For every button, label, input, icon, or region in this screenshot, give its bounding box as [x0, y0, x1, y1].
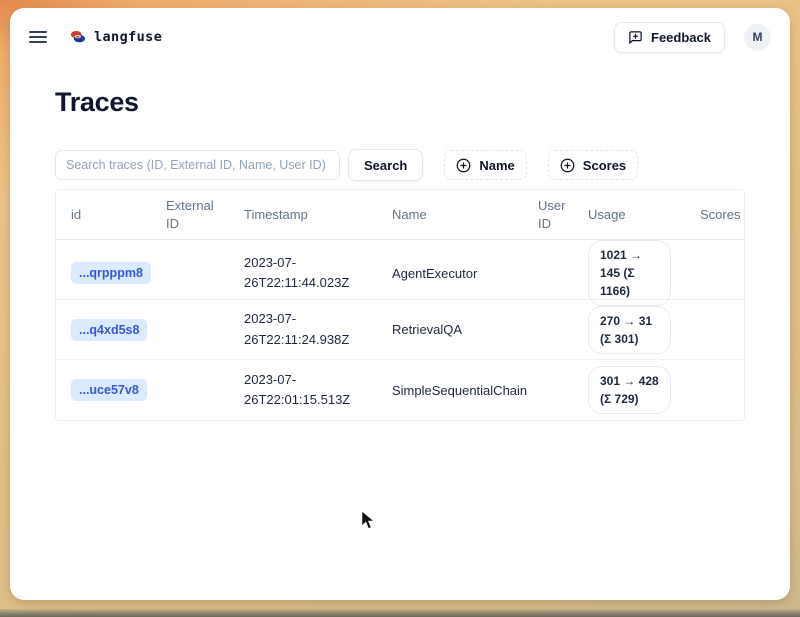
page-title: Traces	[55, 87, 745, 118]
column-header-external-id: External ID	[151, 190, 229, 239]
trace-id-cell: ...uce57v8	[56, 379, 151, 401]
usage-cell: 1021 → 145 (Σ 1166)	[573, 240, 685, 306]
trace-id-cell: ...qrpppm8	[56, 262, 151, 284]
brand[interactable]: langfuse	[70, 29, 162, 45]
trace-id-link[interactable]: ...q4xd5s8	[71, 319, 147, 341]
column-header-id: id	[56, 199, 151, 231]
menu-icon[interactable]	[29, 29, 49, 45]
column-header-usage: Usage	[573, 199, 685, 231]
trace-id-link[interactable]: ...qrpppm8	[71, 262, 151, 284]
table-row: ...qrpppm8 2023-07-26T22:11:44.023Z Agen…	[56, 240, 744, 300]
trace-name-cell: RetrievalQA	[377, 322, 523, 337]
table-row: ...q4xd5s8 2023-07-26T22:11:24.938Z Retr…	[56, 300, 744, 360]
trace-name-cell: AgentExecutor	[377, 266, 523, 281]
timestamp-cell: 2023-07-26T22:11:44.023Z	[229, 253, 377, 293]
column-header-scores: Scores	[685, 199, 745, 231]
feedback-label: Feedback	[651, 30, 711, 45]
brand-name: langfuse	[94, 29, 162, 45]
timestamp-cell: 2023-07-26T22:11:24.938Z	[229, 309, 377, 349]
window-bottom-edge	[0, 609, 800, 617]
main-content: Traces Search Name Scores	[10, 87, 790, 421]
message-square-plus-icon	[628, 30, 643, 45]
usage-badge: 1021 → 145 (Σ 1166)	[588, 240, 671, 306]
table-row: ...uce57v8 2023-07-26T22:01:15.513Z Simp…	[56, 360, 744, 420]
topbar: langfuse Feedback M	[10, 8, 790, 66]
trace-id-link[interactable]: ...uce57v8	[71, 379, 147, 401]
avatar[interactable]: M	[744, 24, 771, 51]
trace-id-cell: ...q4xd5s8	[56, 319, 151, 341]
timestamp-cell: 2023-07-26T22:01:15.513Z	[229, 370, 377, 410]
search-input[interactable]	[55, 150, 340, 180]
usage-cell: 270 → 31 (Σ 301)	[573, 306, 685, 354]
plus-circle-icon	[456, 158, 471, 173]
feedback-button[interactable]: Feedback	[614, 22, 725, 53]
plus-circle-icon	[560, 158, 575, 173]
table-header-row: id External ID Timestamp Name User ID Us…	[56, 190, 744, 240]
column-header-user-id: User ID	[523, 190, 573, 239]
traces-table: id External ID Timestamp Name User ID Us…	[55, 189, 745, 421]
avatar-initial: M	[753, 30, 763, 44]
usage-badge: 270 → 31 (Σ 301)	[588, 306, 671, 354]
filter-name-button[interactable]: Name	[444, 150, 526, 180]
usage-cell: 301 → 428 (Σ 729)	[573, 366, 685, 414]
trace-name-cell: SimpleSequentialChain	[377, 383, 523, 398]
column-header-timestamp: Timestamp	[229, 199, 377, 231]
filter-name-label: Name	[479, 158, 514, 173]
langfuse-logo-icon	[70, 30, 86, 44]
controls-row: Search Name Scores	[55, 149, 745, 181]
filter-scores-label: Scores	[583, 158, 626, 173]
topbar-left: langfuse	[29, 29, 162, 45]
topbar-right: Feedback M	[614, 22, 771, 53]
usage-badge: 301 → 428 (Σ 729)	[588, 366, 671, 414]
app-window: langfuse Feedback M Traces Search	[10, 8, 790, 600]
column-header-name: Name	[377, 199, 523, 231]
search-button[interactable]: Search	[348, 149, 423, 181]
filter-scores-button[interactable]: Scores	[548, 150, 638, 180]
